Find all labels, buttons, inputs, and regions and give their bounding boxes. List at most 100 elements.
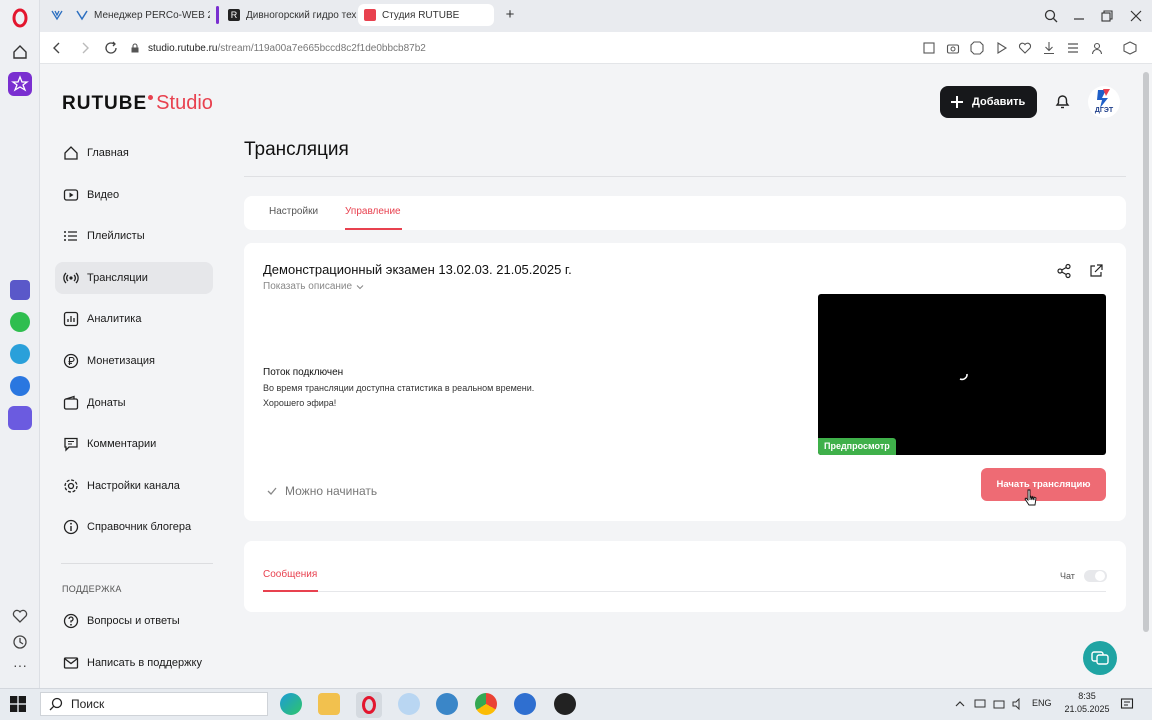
app-sync-icon[interactable] [436, 693, 458, 715]
tray-network-icon[interactable] [993, 698, 1005, 710]
stream-status-line1: Во время трансляции доступна статистика … [263, 383, 535, 393]
tray-volume-icon[interactable] [1012, 698, 1024, 710]
close-window-icon[interactable] [1129, 9, 1143, 23]
adblock-icon[interactable] [970, 41, 984, 55]
sidebar-item[interactable]: Настройки канала [55, 470, 213, 502]
preview-player[interactable]: Предпросмотр [818, 294, 1106, 455]
url-domain: studio.rutube.ru [148, 42, 218, 54]
file-explorer-icon[interactable] [318, 693, 340, 715]
chrome-icon[interactable] [475, 693, 497, 715]
play-icon[interactable] [994, 41, 1008, 55]
history-icon[interactable] [12, 634, 28, 650]
heart-icon[interactable] [12, 608, 28, 624]
forward-icon[interactable] [78, 41, 92, 55]
camera-icon[interactable] [946, 41, 960, 55]
tabs-bar: Настройки Управление [244, 196, 1126, 230]
logo-wordmark: RUTUBE [62, 93, 148, 114]
tray-monitor-icon[interactable] [974, 698, 986, 710]
notification-center-icon[interactable] [1120, 697, 1134, 711]
scrollbar-thumb[interactable] [1143, 72, 1149, 632]
tab-management[interactable]: Управление [345, 206, 401, 217]
gear-icon [63, 478, 79, 494]
support-chat-button[interactable] [1083, 641, 1117, 675]
tab-search-icon[interactable] [1044, 9, 1058, 23]
sidebar-item[interactable]: Аналитика [55, 303, 213, 335]
sidebar-item[interactable]: Написать в поддержку [55, 647, 213, 679]
tray-chevron-up-icon[interactable] [954, 698, 966, 710]
aria-icon[interactable] [8, 72, 32, 96]
stream-title: Демонстрационный экзамен 13.02.03. 21.05… [263, 262, 572, 277]
messages-tab-underline [263, 590, 318, 592]
sidebar-item[interactable]: Вопросы и ответы [55, 605, 213, 637]
taskbar-search[interactable]: Поиск [40, 692, 268, 716]
browser-tab-strip: Менеджер PERCo-WEB 2.4 R Дивногорский ги… [40, 0, 1152, 32]
sidebar-item-label: Справочник блогера [87, 521, 192, 534]
opera-logo-icon[interactable] [10, 8, 30, 28]
new-tab-icon[interactable]: + [502, 7, 518, 23]
app-shortcut-icon[interactable] [10, 280, 30, 300]
tray-clock[interactable]: 8:35 21.05.2025 [1064, 690, 1110, 716]
sidebar-item[interactable]: Монетизация [55, 345, 213, 377]
favorite-icon[interactable] [1018, 41, 1032, 55]
profile-icon[interactable] [1090, 41, 1104, 55]
title-divider [244, 176, 1126, 177]
app-video-icon[interactable] [514, 693, 536, 715]
telegram-icon[interactable] [10, 344, 30, 364]
sidebar-item[interactable]: Главная [55, 137, 213, 169]
perco-tab-icon [76, 9, 88, 21]
home-icon[interactable] [11, 43, 29, 61]
start-stream-button[interactable]: Начать трансляцию [981, 468, 1106, 501]
tray-language[interactable]: ENG [1032, 698, 1052, 708]
messages-tab[interactable]: Сообщения [263, 569, 317, 580]
vk-icon[interactable] [10, 376, 30, 396]
download-icon[interactable] [1042, 41, 1056, 55]
extensions-icon[interactable] [1123, 41, 1137, 55]
rutube-studio-logo[interactable]: RUTUBE Studio [62, 92, 213, 116]
back-icon[interactable] [50, 41, 64, 55]
messages-card: Сообщения Чат [244, 541, 1126, 612]
sidebar-item[interactable]: Комментарии [55, 428, 213, 460]
sidebar-item-label: Главная [87, 147, 129, 159]
mail-icon [63, 655, 79, 671]
menu-icon[interactable] [1066, 41, 1080, 55]
show-description-toggle[interactable]: Показать описание [263, 281, 364, 292]
chat-toggle[interactable] [1084, 570, 1107, 582]
sidebar-item[interactable]: Видео [55, 179, 213, 211]
sidebar-item-label: Комментарии [87, 438, 157, 451]
whatsapp-icon[interactable] [10, 312, 30, 332]
music-player-icon[interactable] [8, 406, 32, 430]
browser-tab-rutube-studio[interactable]: Студия RUTUBE [358, 4, 494, 26]
edit-icon[interactable] [922, 41, 936, 55]
browser-tab-divnogorsk[interactable]: R Дивногорский гидро тех [222, 4, 362, 26]
sidebar-item[interactable]: Трансляции [55, 261, 213, 294]
app-network-icon[interactable] [398, 693, 420, 715]
wallet-icon [63, 395, 79, 411]
sidebar-item-label: Трансляции [87, 271, 148, 284]
tab-island-divider [216, 6, 219, 24]
share-icon[interactable] [1056, 263, 1072, 279]
sidebar-item[interactable]: Справочник блогера [55, 511, 213, 543]
bell-icon[interactable] [1054, 93, 1071, 110]
sidebar-item[interactable]: Плейлисты [55, 220, 213, 252]
opera-taskbar-active[interactable] [356, 692, 382, 718]
logo-studio: Studio [156, 92, 213, 114]
sidebar-item[interactable]: Донаты [55, 387, 213, 419]
mouse-cursor-icon [1024, 489, 1038, 507]
add-button[interactable]: Добавить [940, 86, 1037, 118]
tab-menu-icon[interactable] [50, 8, 64, 22]
sidebar-item-label: Донаты [87, 396, 126, 409]
restore-icon[interactable] [1100, 9, 1114, 23]
browser-tab-perco[interactable]: Менеджер PERCo-WEB 2.4 [70, 4, 210, 26]
url-field[interactable]: studio.rutube.ru/stream/119a00a7e665bccd… [130, 37, 920, 59]
avatar[interactable]: ДГЭТ [1088, 86, 1120, 118]
opera-taskbar-icon [362, 696, 376, 714]
open-external-icon[interactable] [1088, 263, 1104, 279]
edge-icon[interactable] [280, 693, 302, 715]
tab-settings[interactable]: Настройки [269, 206, 318, 217]
app-obs-icon[interactable] [554, 693, 576, 715]
reload-icon[interactable] [104, 41, 118, 55]
sidebar-item-label: Настройки канала [87, 479, 180, 492]
minimize-icon[interactable] [1072, 9, 1086, 23]
windows-start-icon[interactable] [10, 696, 26, 712]
more-icon[interactable]: ··· [12, 658, 28, 676]
